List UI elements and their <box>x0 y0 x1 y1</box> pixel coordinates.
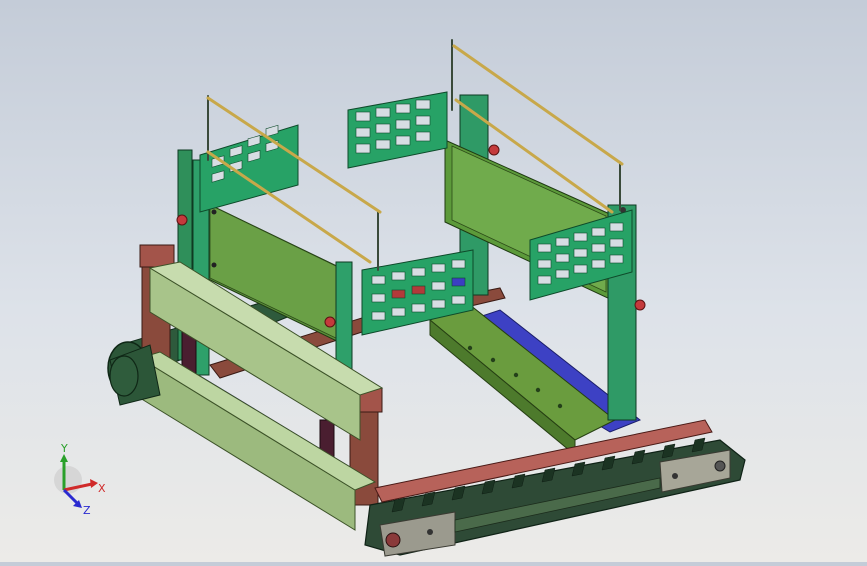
x-axis-head <box>90 479 98 488</box>
z-axis-label: Z <box>83 504 91 517</box>
triad-graphic: Y X Z <box>54 442 106 517</box>
right-upper-grille <box>347 91 448 169</box>
orientation-triad: Y X Z <box>40 440 120 520</box>
y-axis-head <box>60 454 68 462</box>
left-upper-grille <box>199 124 299 213</box>
right-track-assembly <box>364 419 746 557</box>
y-axis-label: Y <box>60 442 68 455</box>
assembly-model[interactable] <box>0 0 867 562</box>
cad-3d-viewport[interactable] <box>0 0 867 562</box>
x-axis-label: X <box>98 482 106 495</box>
